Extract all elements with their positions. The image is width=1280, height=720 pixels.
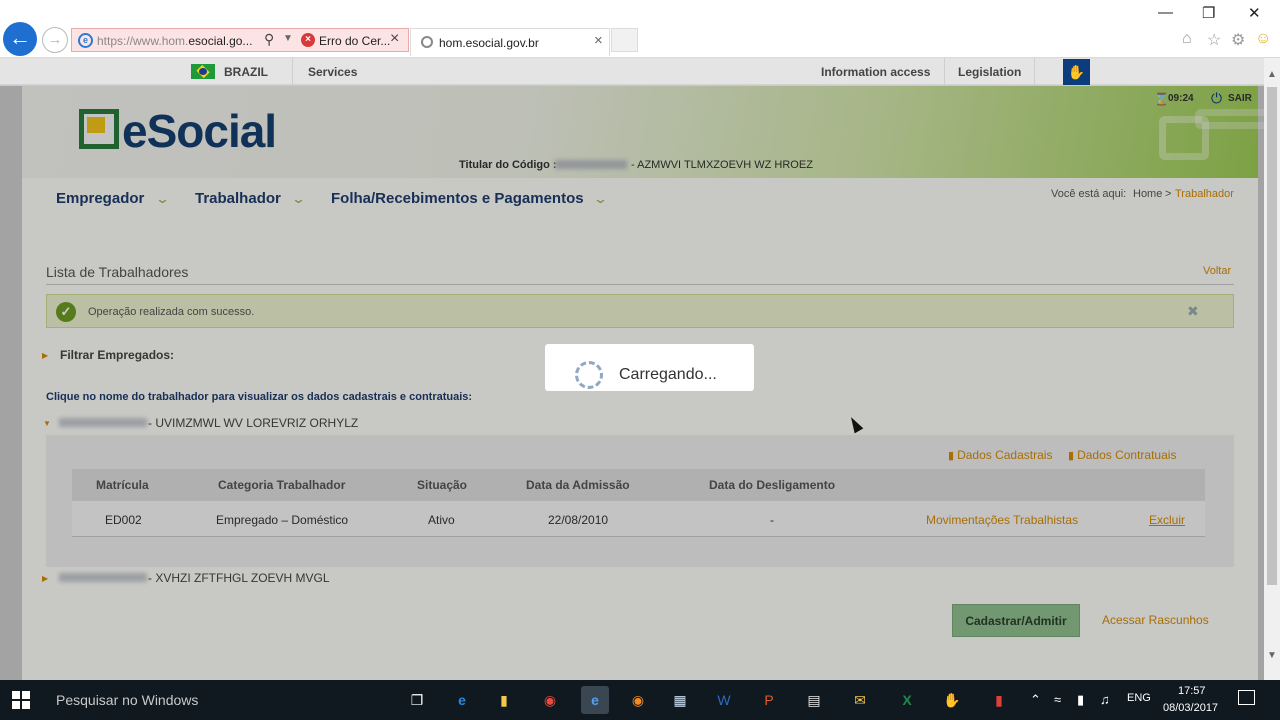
powerpoint-icon[interactable]: P [755, 686, 783, 714]
country-label[interactable]: BRAZIL [224, 65, 268, 79]
brazil-flag-icon [191, 64, 215, 79]
scroll-down-icon[interactable]: ▼ [1267, 650, 1277, 661]
government-bar: BRAZIL Services Information access Legis… [0, 58, 1264, 85]
scroll-up-icon[interactable]: ▲ [1267, 69, 1277, 80]
mouse-cursor-icon [846, 414, 864, 434]
clock-date[interactable]: 08/03/2017 [1163, 702, 1218, 714]
document-icon[interactable]: ▤ [800, 686, 828, 714]
word-icon[interactable]: W [710, 686, 738, 714]
browser-toolbar: ← → e https://www.hom.esocial.go... ⚲ ▼ … [0, 0, 1280, 58]
folder-app-icon[interactable]: ✉ [846, 686, 874, 714]
divider [292, 58, 293, 85]
tab-title: hom.esocial.gov.br [439, 36, 539, 50]
task-view-icon[interactable]: ❐ [403, 686, 431, 714]
address-bar[interactable]: e https://www.hom.esocial.go... ⚲ ▼ × Er… [71, 28, 409, 52]
language-indicator[interactable]: ENG [1127, 692, 1151, 704]
firefox-icon[interactable]: ◉ [624, 686, 652, 714]
edge-icon[interactable]: e [448, 686, 476, 714]
scroll-thumb[interactable] [1267, 87, 1277, 585]
volume-icon[interactable]: ♫ [1100, 692, 1110, 707]
spinner-icon [575, 361, 603, 389]
loading-text: Carregando... [619, 366, 717, 383]
chrome-icon[interactable]: ◉ [536, 686, 564, 714]
loading-overlay: Carregando... [0, 86, 1264, 680]
information-access-link[interactable]: Information access [821, 65, 930, 79]
forward-button[interactable]: → [42, 27, 68, 53]
ie-site-icon: e [78, 33, 93, 48]
gear-icon[interactable]: ⚙ [1231, 30, 1245, 50]
notification-icon[interactable] [1238, 690, 1255, 705]
windows-start-icon[interactable] [12, 691, 30, 709]
vertical-scrollbar[interactable]: ▲ ▼ [1264, 58, 1280, 680]
file-explorer-icon[interactable]: ▮ [490, 686, 518, 714]
minimize-icon[interactable]: — [1158, 4, 1173, 21]
excel-icon[interactable]: X [893, 686, 921, 714]
close-window-icon[interactable]: ✕ [1248, 4, 1261, 22]
taskbar-search[interactable]: Pesquisar no Windows [56, 692, 198, 708]
tab-close-icon[interactable]: × [594, 32, 603, 49]
certificate-error-label[interactable]: Erro do Cer... [319, 34, 390, 48]
home-icon[interactable]: ⌂ [1182, 30, 1192, 48]
page: eSocial Titular do Código : - AZMWVI TLM… [0, 86, 1264, 680]
pdf-icon[interactable]: ▮ [985, 686, 1013, 714]
back-button[interactable]: ← [3, 22, 37, 56]
services-link[interactable]: Services [308, 65, 357, 79]
divider [944, 58, 945, 85]
document-app-icon[interactable]: ▦ [666, 686, 694, 714]
legislation-link[interactable]: Legislation [958, 65, 1021, 79]
loading-icon [421, 36, 433, 48]
clock-time[interactable]: 17:57 [1178, 685, 1206, 697]
restore-icon[interactable]: ❐ [1202, 4, 1215, 22]
smiley-icon[interactable]: ☺ [1255, 30, 1271, 48]
certificate-error-icon[interactable]: × [301, 33, 315, 47]
tray-expand-icon[interactable]: ⌃ [1030, 692, 1041, 708]
internet-explorer-icon[interactable]: e [581, 686, 609, 714]
dropdown-icon[interactable]: ▼ [283, 33, 293, 44]
accessibility-icon[interactable]: ✋ [1063, 59, 1090, 85]
new-tab-button[interactable] [611, 28, 638, 52]
divider [1034, 58, 1035, 85]
browser-tab[interactable]: hom.esocial.gov.br × [410, 28, 610, 56]
windows-taskbar: Pesquisar no Windows ❐ e ▮ ◉ e ◉ ▦ W P ▤… [0, 680, 1280, 720]
search-icon[interactable]: ⚲ [264, 31, 274, 48]
loading-dialog: Carregando... [545, 344, 754, 391]
address-url[interactable]: https://www.hom.esocial.go... [97, 34, 259, 48]
favorites-icon[interactable]: ☆ [1207, 30, 1221, 50]
hand-app-icon[interactable]: ✋ [938, 686, 966, 714]
stop-icon[interactable]: × [390, 30, 399, 48]
battery-icon[interactable]: ▮ [1077, 692, 1084, 708]
wifi-icon[interactable]: ≈ [1054, 692, 1061, 707]
